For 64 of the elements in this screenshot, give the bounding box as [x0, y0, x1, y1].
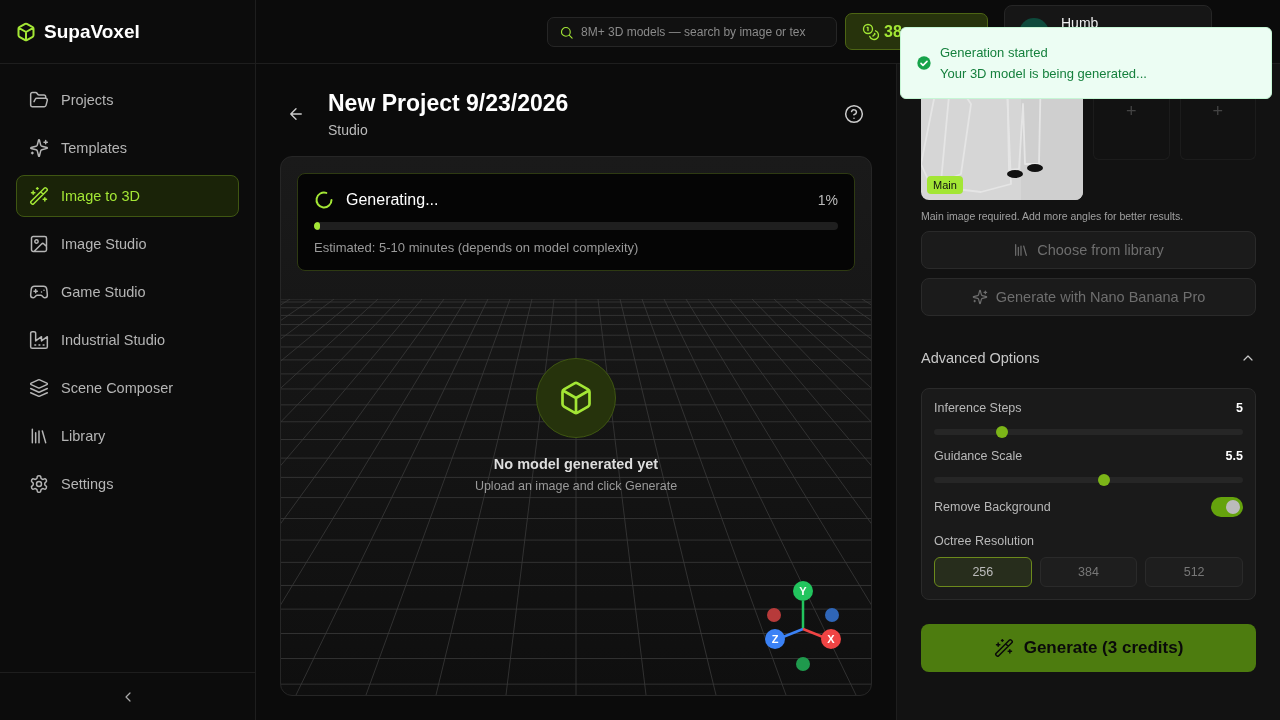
sidebar-item[interactable]: Industrial Studio — [16, 319, 239, 361]
books-icon — [29, 426, 49, 446]
sidebar-item[interactable]: Settings — [16, 463, 239, 505]
cube-icon — [536, 358, 616, 438]
toggle-switch[interactable] — [1211, 497, 1243, 517]
sidebar-item[interactable]: Image Studio — [16, 223, 239, 265]
progress-note: Estimated: 5-10 minutes (depends on model complexity) — [314, 240, 640, 255]
slider-thumb[interactable] — [1097, 474, 1110, 486]
magic-wand-icon — [993, 638, 1014, 658]
sidebar-item[interactable]: Game Studio — [16, 271, 239, 313]
sparkles-icon — [29, 138, 49, 158]
sidebar-item[interactable]: Scene Composer — [16, 367, 239, 409]
sparkles-icon — [971, 289, 988, 305]
cube-logo-icon — [16, 21, 36, 42]
sidebar-item[interactable]: Image to 3D — [16, 175, 239, 217]
toast-title: Generation started — [940, 45, 1049, 60]
advanced-options-toggle[interactable]: Advanced Options — [921, 341, 1256, 375]
arrow-left-icon — [287, 105, 305, 123]
axis-dot[interactable] — [796, 657, 810, 671]
generate-button[interactable]: Generate (3 credits) — [921, 624, 1256, 672]
spinner-icon — [314, 190, 334, 210]
setting-label: Guidance Scale — [934, 449, 1023, 463]
resolution-option[interactable]: 256 — [934, 557, 1032, 587]
image-icon — [29, 234, 49, 254]
gamepad-icon — [29, 282, 49, 302]
axis-handle[interactable]: Z — [765, 629, 785, 649]
setting-label: Remove Background — [934, 500, 1051, 514]
search-field[interactable]: 8M+ 3D models — search by image or tex — [547, 16, 837, 47]
magic-wand-icon — [29, 186, 49, 206]
setting-label: Inference Steps — [934, 401, 1022, 415]
coins-icon — [862, 22, 880, 41]
sidebar-item[interactable]: Projects — [16, 79, 239, 121]
slider-track[interactable] — [934, 477, 1243, 483]
check-circle-icon — [916, 55, 932, 71]
slider-thumb[interactable] — [995, 426, 1008, 438]
progress-status: Generating... — [346, 191, 440, 209]
axis-handle[interactable]: X — [821, 629, 841, 649]
folder-icon — [29, 90, 49, 110]
empty-title: No model generated yet — [493, 456, 659, 472]
sidebar-item[interactable]: Templates — [16, 127, 239, 169]
setting-label: Octree Resolution — [934, 534, 1035, 548]
settings-icon — [29, 474, 49, 494]
model-viewport[interactable]: Generating... 1% Estimated: 5-10 minutes (depends on model complexity) No model generated yet Upload an image and click Generate Y Z X — [280, 156, 872, 696]
app-name: SupaVoxel — [44, 20, 140, 43]
search-icon — [559, 24, 574, 40]
progress-percent: 1% — [817, 192, 838, 208]
books-icon — [1013, 242, 1030, 258]
credits-count: 38 — [884, 22, 902, 41]
project-subtitle: Studio — [328, 122, 369, 138]
empty-hint: Upload an image and click Generate — [474, 479, 678, 493]
setting-value: 5 — [1236, 401, 1243, 415]
images-hint: Main image required. Add more angles for better results. — [921, 210, 1185, 222]
help-icon — [844, 104, 864, 124]
factory-icon — [29, 330, 49, 350]
sidebar-item[interactable]: Library — [16, 415, 239, 457]
project-title: New Project 9/23/2026 — [328, 90, 570, 117]
axis-dot[interactable] — [767, 608, 781, 622]
setting-value: 5.5 — [1225, 449, 1243, 463]
main-badge: Main — [927, 176, 963, 194]
resolution-option[interactable]: 384 — [1039, 557, 1138, 587]
layers-icon — [29, 378, 49, 398]
slider-track[interactable] — [934, 429, 1243, 435]
resolution-option[interactable]: 512 — [1145, 557, 1243, 587]
axis-dot[interactable] — [825, 608, 839, 622]
